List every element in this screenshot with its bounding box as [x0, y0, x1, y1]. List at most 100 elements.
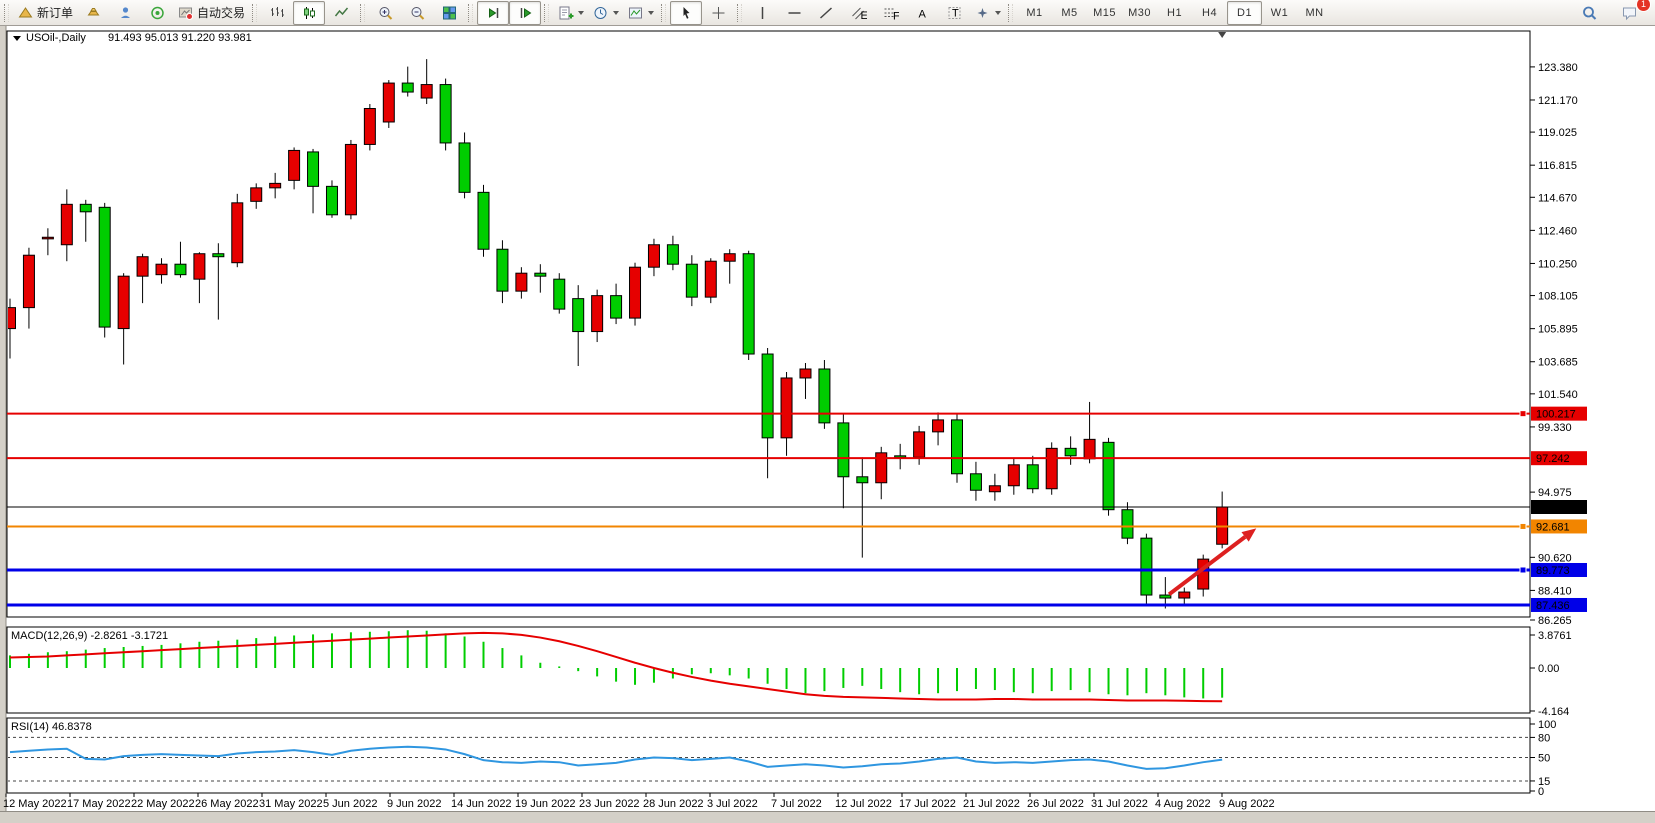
template-button[interactable] — [623, 1, 658, 25]
signals-button[interactable] — [141, 1, 173, 25]
period-button[interactable] — [588, 1, 623, 25]
rsi-pane[interactable] — [7, 718, 1530, 793]
candles-icon — [301, 5, 318, 21]
zoom-in-button[interactable] — [369, 1, 401, 25]
macd-tick-label: 3.8761 — [1538, 630, 1572, 642]
gold-button[interactable] — [77, 1, 109, 25]
crosshair-button[interactable] — [702, 1, 734, 25]
candle-body — [819, 369, 830, 423]
price-tick-label: 108.105 — [1538, 291, 1578, 303]
price-tick-label: 123.380 — [1538, 62, 1578, 74]
candle-body — [459, 143, 470, 192]
tf-m30[interactable]: M30 — [1122, 1, 1157, 25]
price-tick-label: 116.815 — [1538, 160, 1577, 172]
hline-handle[interactable] — [1520, 523, 1526, 529]
candle-body — [1122, 510, 1133, 538]
trendline-button[interactable] — [810, 1, 842, 25]
auto-scroll-button[interactable] — [477, 1, 509, 25]
date-label: 14 Jun 2022 — [451, 798, 512, 810]
line-chart-button[interactable] — [325, 1, 357, 25]
tf-d1-label: D1 — [1237, 7, 1252, 19]
candle-body — [933, 420, 944, 432]
price-tick-label: 101.540 — [1538, 389, 1578, 401]
cursor-button[interactable] — [670, 1, 702, 25]
tf-h1[interactable]: H1 — [1157, 1, 1192, 25]
candle-body — [705, 261, 716, 297]
zoomout-icon — [409, 5, 426, 21]
tf-mn[interactable]: MN — [1297, 1, 1332, 25]
tf-h4[interactable]: H4 — [1192, 1, 1227, 25]
vline-button[interactable] — [746, 1, 778, 25]
svg-text:A: A — [918, 8, 926, 20]
candle-body — [516, 273, 527, 291]
price-badge-label: 92.681 — [1536, 521, 1570, 533]
autotrade-icon — [177, 5, 194, 21]
tf-m1-label: M1 — [1026, 7, 1042, 19]
chevron-down-icon[interactable] — [613, 11, 619, 15]
date-label: 21 Jul 2022 — [963, 798, 1020, 810]
arrows-button[interactable] — [970, 1, 1005, 25]
tf-m15[interactable]: M15 — [1087, 1, 1122, 25]
tf-m1[interactable]: M1 — [1017, 1, 1052, 25]
price-pane[interactable] — [7, 31, 1530, 617]
candlestick-button[interactable] — [293, 1, 325, 25]
price-tick-label: 99.330 — [1538, 422, 1572, 434]
candle-body — [667, 245, 678, 264]
search-button[interactable] — [1573, 1, 1605, 25]
bar-chart-button[interactable] — [261, 1, 293, 25]
candle-body — [611, 296, 622, 318]
candle-body — [99, 207, 110, 327]
zoomin-icon — [377, 5, 394, 21]
svg-text:T: T — [952, 7, 959, 19]
chevron-down-icon[interactable] — [995, 11, 1001, 15]
arrows-icon — [974, 5, 991, 21]
candle-body — [724, 254, 735, 261]
chart-shift-button[interactable] — [509, 1, 541, 25]
rsi-tick-label: 50 — [1538, 753, 1550, 765]
date-label: 31 May 2022 — [259, 798, 323, 810]
candle-body — [970, 474, 981, 490]
hline-handle[interactable] — [1520, 567, 1526, 573]
accounts-button[interactable] — [109, 1, 141, 25]
autotrading-button[interactable]: 自动交易 — [173, 1, 249, 25]
date-label: 7 Jul 2022 — [771, 798, 822, 810]
macd-label: MACD(12,26,9) -2.8261 -3.1721 — [11, 630, 168, 642]
chevron-down-icon[interactable] — [578, 11, 584, 15]
tile-windows-button[interactable] — [433, 1, 465, 25]
chevron-down-icon[interactable] — [648, 11, 654, 15]
signal-icon — [149, 5, 166, 21]
new-chart-button[interactable] — [553, 1, 588, 25]
new-order-button[interactable]: 新订单 — [13, 1, 77, 25]
candle-body — [326, 186, 337, 214]
candle-body — [952, 420, 963, 474]
tf-h1-label: H1 — [1167, 7, 1182, 19]
zoom-out-button[interactable] — [401, 1, 433, 25]
channel-button[interactable]: E — [842, 1, 874, 25]
candle-body — [497, 249, 508, 291]
text-button[interactable]: A — [906, 1, 938, 25]
hline-button[interactable] — [778, 1, 810, 25]
candle-body — [308, 152, 319, 186]
macd-tick-label: 0.00 — [1538, 663, 1559, 675]
candle-body — [1065, 448, 1076, 455]
tf-w1[interactable]: W1 — [1262, 1, 1297, 25]
label-icon: T — [946, 5, 963, 21]
chat-button[interactable]: 1 — [1613, 1, 1645, 25]
tf-m30-label: M30 — [1128, 7, 1151, 19]
channel-icon: E — [850, 5, 867, 21]
notification-badge: 1 — [1636, 0, 1651, 12]
candle-body — [251, 188, 262, 201]
fibonacci-button[interactable]: F — [874, 1, 906, 25]
autotrading-button-label: 自动交易 — [197, 4, 245, 21]
tf-w1-label: W1 — [1271, 7, 1289, 19]
rsi-tick-label: 100 — [1538, 719, 1556, 731]
label-button[interactable]: T — [938, 1, 970, 25]
svg-text:F: F — [893, 10, 899, 21]
chart-window[interactable]: 123.380121.170119.025116.815114.670112.4… — [0, 26, 1655, 823]
tf-d1[interactable]: D1 — [1227, 1, 1262, 25]
chartshift-icon — [517, 5, 534, 21]
candle-body — [573, 299, 584, 332]
hline-handle[interactable] — [1520, 411, 1526, 417]
tf-m5[interactable]: M5 — [1052, 1, 1087, 25]
candle-body — [42, 237, 53, 239]
